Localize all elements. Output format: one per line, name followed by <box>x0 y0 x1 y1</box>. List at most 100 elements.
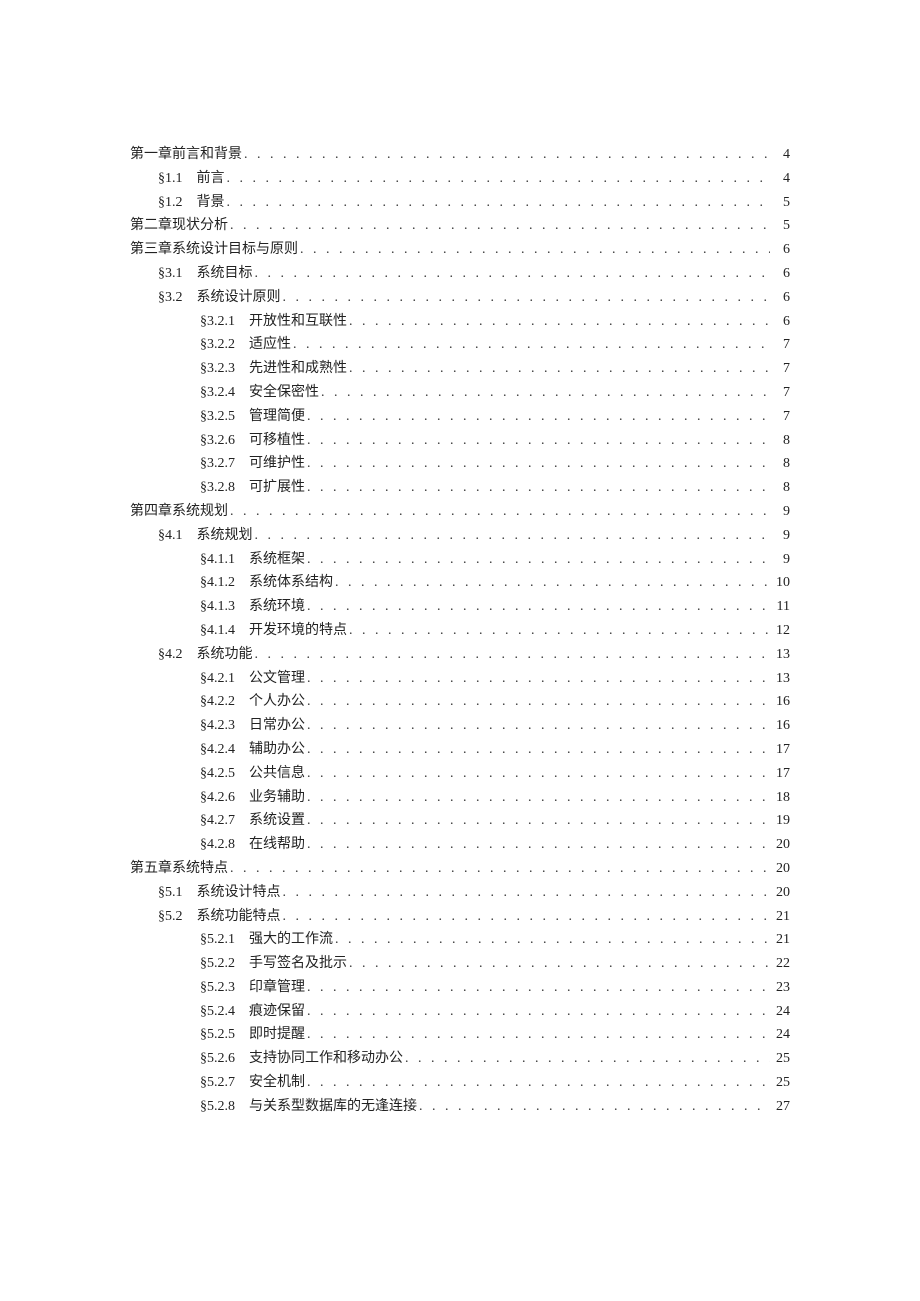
toc-entry-title: 业务辅助 <box>249 791 305 805</box>
toc-entry-page: 6 <box>772 243 790 257</box>
toc-entry-page: 12 <box>772 624 790 638</box>
toc-entry-page: 13 <box>772 648 790 662</box>
toc-leader-dots <box>307 791 770 805</box>
toc-entry-number: §5.2.3 <box>200 981 235 995</box>
toc-entry: §5.2.6支持协同工作和移动办公25 <box>130 1052 790 1066</box>
toc-entry: §1.2背景5 <box>130 196 790 210</box>
toc-entry-page: 9 <box>772 505 790 519</box>
toc-entry: §3.2.4安全保密性7 <box>130 386 790 400</box>
toc-entry-number: §3.2.5 <box>200 410 235 424</box>
toc-entry: §3.2系统设计原则6 <box>130 291 790 305</box>
toc-entry-number: §4.2.4 <box>200 743 235 757</box>
toc-entry-number: §4.2.1 <box>200 672 235 686</box>
toc-entry-number: §3.1 <box>158 267 183 281</box>
toc-leader-dots <box>307 814 770 828</box>
toc-entry-title: 系统设计特点 <box>197 886 281 900</box>
toc-entry-page: 21 <box>772 933 790 947</box>
toc-entry-title: 系统功能 <box>197 648 253 662</box>
toc-entry: §4.1.4开发环境的特点12 <box>130 624 790 638</box>
toc-entry-number: §4.2.2 <box>200 695 235 709</box>
toc-entry-title: 日常办公 <box>249 719 305 733</box>
toc-entry-number: §3.2.1 <box>200 315 235 329</box>
toc-entry-number: §5.2.8 <box>200 1100 235 1114</box>
toc-entry: §5.2.8与关系型数据库的无逢连接27 <box>130 1100 790 1114</box>
toc-entry-page: 25 <box>772 1076 790 1090</box>
toc-entry-page: 9 <box>772 553 790 567</box>
toc-entry: §5.2.7安全机制25 <box>130 1076 790 1090</box>
toc-leader-dots <box>230 505 770 519</box>
toc-leader-dots <box>307 434 770 448</box>
toc-entry-title: 开放性和互联性 <box>249 315 347 329</box>
toc-entry-title: 系统功能特点 <box>197 910 281 924</box>
toc-entry-page: 17 <box>772 743 790 757</box>
toc-entry: §5.2系统功能特点21 <box>130 910 790 924</box>
toc-entry: §4.2.4辅助办公17 <box>130 743 790 757</box>
toc-entry: §3.2.1开放性和互联性6 <box>130 315 790 329</box>
toc-entry-page: 21 <box>772 910 790 924</box>
toc-entry-number: §5.2.7 <box>200 1076 235 1090</box>
toc-entry-page: 6 <box>772 267 790 281</box>
toc-entry: §1.1前言4 <box>130 172 790 186</box>
toc-entry: §3.1 系统目标 6 <box>130 267 790 281</box>
toc-leader-dots <box>283 910 771 924</box>
toc-leader-dots <box>227 196 771 210</box>
toc-entry-title: 适应性 <box>249 338 291 352</box>
toc-leader-dots <box>349 957 770 971</box>
toc-entry: §4.1 系统规划 9 <box>130 529 790 543</box>
toc-entry-title: 可扩展性 <box>249 481 305 495</box>
toc-entry-number: §1.2 <box>158 196 183 210</box>
toc-leader-dots <box>419 1100 770 1114</box>
toc-entry-number: §4.2.3 <box>200 719 235 733</box>
toc-entry: §4.2.8在线帮助20 <box>130 838 790 852</box>
toc-entry-title: 第五章系统特点 <box>130 862 228 876</box>
toc-entry-title: 第三章系统设计目标与原则 <box>130 243 298 257</box>
toc-entry: §4.1.1系统框架9 <box>130 553 790 567</box>
toc-entry: §3.2.7可维护性8 <box>130 457 790 471</box>
toc-entry-number: §3.2.6 <box>200 434 235 448</box>
toc-entry: 第五章系统特点20 <box>130 862 790 876</box>
toc-entry-number: §3.2.4 <box>200 386 235 400</box>
toc-leader-dots <box>307 1005 770 1019</box>
toc-entry-page: 17 <box>772 767 790 781</box>
toc-entry-page: 16 <box>772 695 790 709</box>
toc-leader-dots <box>405 1052 770 1066</box>
toc-entry-title: 前言 <box>197 172 225 186</box>
toc-entry-page: 7 <box>772 410 790 424</box>
toc-leader-dots <box>255 529 771 543</box>
toc-leader-dots <box>321 386 770 400</box>
toc-entry-number: §4.1.2 <box>200 576 235 590</box>
toc-entry-number: §4.2.5 <box>200 767 235 781</box>
toc-leader-dots <box>307 743 770 757</box>
toc-leader-dots <box>307 981 770 995</box>
toc-entry: §4.2.3日常办公16 <box>130 719 790 733</box>
toc-leader-dots <box>307 553 770 567</box>
toc-entry: §5.2.5即时提醒24 <box>130 1028 790 1042</box>
toc-entry: §4.1.2系统体系结构10 <box>130 576 790 590</box>
toc-entry-page: 8 <box>772 434 790 448</box>
toc-entry-title: 支持协同工作和移动办公 <box>249 1052 403 1066</box>
toc-entry: 第四章系统规划 9 <box>130 505 790 519</box>
toc-entry-title: 第四章系统规划 <box>130 505 228 519</box>
toc-entry-page: 20 <box>772 886 790 900</box>
toc-leader-dots <box>349 624 770 638</box>
toc-entry: §3.2.8可扩展性8 <box>130 481 790 495</box>
toc-leader-dots <box>307 600 770 614</box>
toc-entry-title: 系统规划 <box>197 529 253 543</box>
toc-leader-dots <box>307 719 770 733</box>
toc-entry-title: 系统目标 <box>197 267 253 281</box>
toc-entry-number: §4.1 <box>158 529 183 543</box>
toc-entry-number: §3.2.7 <box>200 457 235 471</box>
toc-entry: §5.2.3印章管理23 <box>130 981 790 995</box>
toc-entry-title: 与关系型数据库的无逢连接 <box>249 1100 417 1114</box>
toc-entry-page: 9 <box>772 529 790 543</box>
toc-entry-title: 背景 <box>197 196 225 210</box>
toc-entry: §4.2.1公文管理13 <box>130 672 790 686</box>
toc-leader-dots <box>244 148 770 162</box>
toc-entry-page: 8 <box>772 481 790 495</box>
toc-entry-title: 第一章前言和背景 <box>130 148 242 162</box>
toc-entry-number: §5.2.1 <box>200 933 235 947</box>
toc-leader-dots <box>349 315 770 329</box>
toc-entry-page: 4 <box>772 148 790 162</box>
toc-leader-dots <box>307 838 770 852</box>
toc-entry-number: §5.2.2 <box>200 957 235 971</box>
